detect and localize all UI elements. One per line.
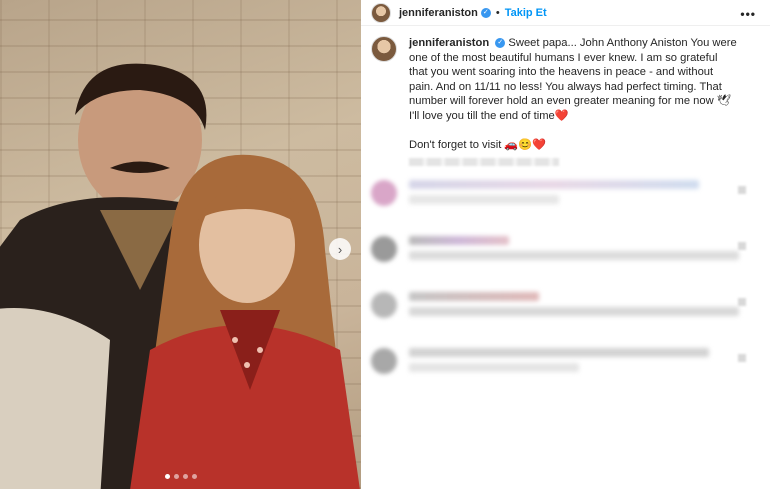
separator: • — [495, 6, 500, 19]
blurred-comment-meta — [409, 363, 579, 372]
blurred-comment-text — [409, 348, 709, 357]
blurred-comment-text — [409, 236, 509, 245]
blurred-comment-text — [409, 180, 699, 189]
post-caption: jenniferaniston ✓ Sweet papa... John Ant… — [371, 36, 760, 152]
post-photo[interactable]: › — [0, 0, 361, 489]
post-sidebar: jenniferaniston ✓ • Takip Et ••• jennife… — [361, 0, 770, 489]
carousel-indicator — [164, 474, 197, 479]
carousel-dot — [164, 474, 170, 479]
post-header: jenniferaniston ✓ • Takip Et ••• — [361, 0, 770, 26]
like-icon[interactable] — [738, 186, 746, 194]
comment-item — [371, 236, 760, 278]
blurred-comment-text — [409, 251, 739, 260]
instagram-post: › jenniferaniston ✓ • Takip Et ••• jenni… — [0, 0, 770, 489]
comment-avatar[interactable] — [371, 292, 397, 318]
comments-panel[interactable]: jenniferaniston ✓ Sweet papa... John Ant… — [361, 26, 770, 489]
header-username[interactable]: jenniferaniston — [399, 7, 478, 19]
verified-badge-icon: ✓ — [495, 38, 506, 49]
comment-item — [371, 180, 760, 222]
blurred-comment-meta — [409, 195, 559, 204]
comment-avatar[interactable] — [371, 348, 397, 374]
follow-button[interactable]: Takip Et — [505, 7, 547, 19]
carousel-dot — [182, 474, 188, 479]
comment-item — [371, 292, 760, 334]
chevron-right-icon: › — [337, 241, 343, 257]
comment-avatar[interactable] — [371, 180, 397, 206]
caption-text: jenniferaniston ✓ Sweet papa... John Ant… — [409, 36, 739, 152]
comment-avatar[interactable] — [371, 236, 397, 262]
caption-visit-line: Don't forget to visit 🚗😊❤️ — [409, 138, 547, 151]
carousel-dot — [173, 474, 179, 479]
like-icon[interactable] — [738, 354, 746, 362]
blurred-comment-text — [409, 307, 739, 316]
verified-badge-icon: ✓ — [480, 7, 491, 18]
like-icon[interactable] — [738, 242, 746, 250]
caption-body: Sweet papa... John Anthony Aniston You w… — [409, 37, 737, 122]
girl-figure-image — [130, 154, 360, 489]
avatar[interactable] — [371, 2, 391, 23]
carousel-dot — [191, 474, 197, 479]
comment-item — [371, 348, 760, 390]
caption-username[interactable]: jenniferaniston — [409, 37, 489, 49]
caption-avatar[interactable] — [371, 36, 397, 62]
blurred-caption-meta — [409, 158, 559, 166]
more-options-icon[interactable]: ••• — [740, 7, 756, 21]
like-icon[interactable] — [738, 298, 746, 306]
carousel-next-button[interactable]: › — [329, 238, 351, 260]
blurred-comment-text — [409, 292, 539, 301]
